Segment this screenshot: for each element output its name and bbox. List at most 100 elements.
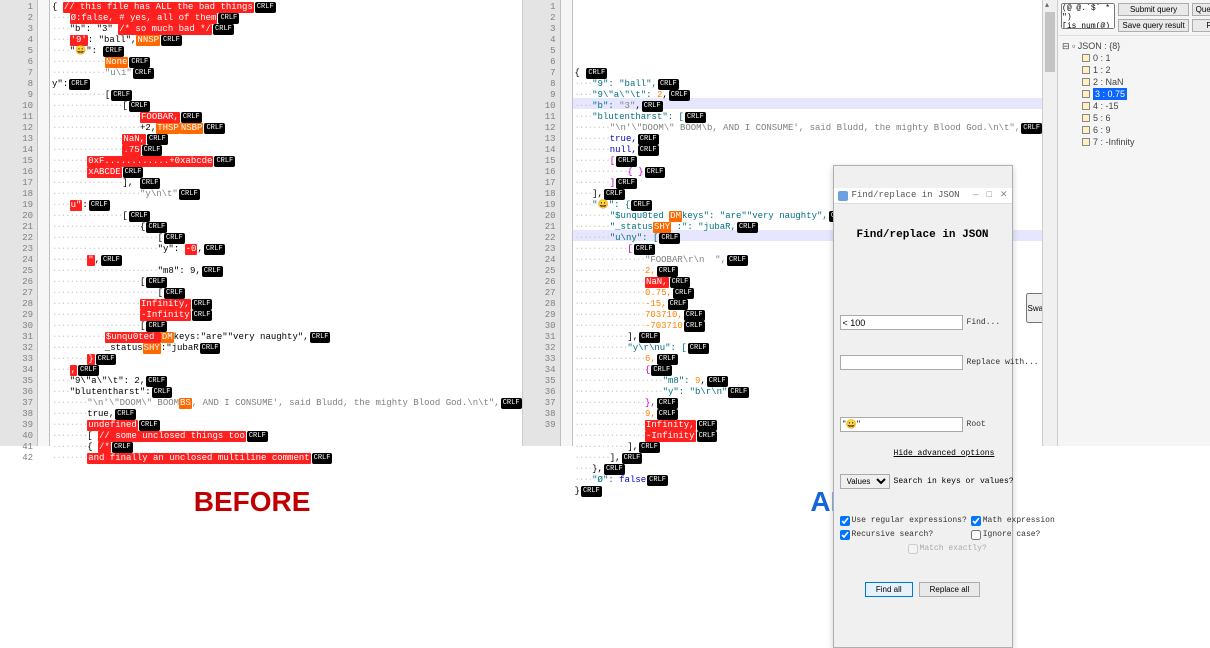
- fold-margin[interactable]: [561, 0, 573, 446]
- code-line[interactable]: ····"9\"a\"\t": 2,: [575, 90, 1043, 101]
- code-line[interactable]: ········true,: [575, 134, 1043, 145]
- code-line[interactable]: ············[: [52, 90, 522, 101]
- code-line[interactable]: ········xABCDE: [52, 167, 522, 178]
- code-line[interactable]: {: [575, 68, 1043, 79]
- code-line[interactable]: { // this file has ALL the bad things: [52, 2, 522, 13]
- tree-item[interactable]: 7 : -Infinity: [1062, 136, 1210, 148]
- recursive-checkbox[interactable]: [840, 530, 850, 540]
- code-line[interactable]: ························[: [52, 288, 522, 299]
- maximize-icon[interactable]: □: [987, 190, 992, 201]
- minimize-icon[interactable]: —: [973, 190, 978, 201]
- toggle-advanced-link[interactable]: Hide advanced options: [894, 448, 995, 459]
- code-line[interactable]: ····················+2,THSPNSBP: [52, 123, 522, 134]
- crlf-icon: [129, 211, 150, 222]
- code-line[interactable]: ····"😀":: [52, 46, 522, 57]
- replace-input[interactable]: [840, 355, 963, 370]
- tree-item[interactable]: 1 : 2: [1062, 64, 1210, 76]
- line-numbers: 1234567891011121314151617181920212223242…: [523, 0, 561, 446]
- math-checkbox[interactable]: [971, 516, 981, 526]
- tree-item[interactable]: 2 : NaN: [1062, 76, 1210, 88]
- code-line[interactable]: ············$unqu0ted DMkeys:"are""very …: [52, 332, 522, 343]
- code-line[interactable]: ····················-Infinity: [52, 310, 522, 321]
- tree-item[interactable]: 3 : 0.75: [1062, 88, 1210, 100]
- code-line[interactable]: ········[ // some unclosed things too: [52, 431, 522, 442]
- code-line[interactable]: ····'9': "ball",NNSP: [52, 35, 522, 46]
- code-line[interactable]: ····"9": "ball",: [575, 79, 1043, 90]
- find-input[interactable]: [840, 315, 963, 330]
- find-label: Find...: [967, 317, 1022, 328]
- crlf-icon: [737, 222, 758, 233]
- search-scope-select[interactable]: Values: [840, 474, 890, 489]
- code-line[interactable]: ····················[: [52, 321, 522, 332]
- code-line[interactable]: ····"b": "3" /* so much bad */: [52, 24, 522, 35]
- code-line[interactable]: ········null,: [575, 145, 1043, 156]
- code-line[interactable]: ········",: [52, 255, 522, 266]
- code-line[interactable]: ························"y": -0,: [52, 244, 522, 255]
- code-line[interactable]: y":: [52, 79, 522, 90]
- replace-all-button[interactable]: Replace all: [919, 582, 981, 597]
- code-line[interactable]: ····"9\"a\"\t": 2,: [52, 376, 522, 387]
- code-line[interactable]: ····"blutentharst": [: [575, 112, 1043, 123]
- code-line[interactable]: ················.75: [52, 145, 522, 156]
- tree-item[interactable]: 0 : 1: [1062, 52, 1210, 64]
- crlf-icon: [164, 233, 185, 244]
- regex-checkbox[interactable]: [840, 516, 850, 526]
- tree-item[interactable]: 4 : -15: [1062, 100, 1210, 112]
- code-line[interactable]: ········true,: [52, 409, 522, 420]
- code-line[interactable]: ····················[: [52, 277, 522, 288]
- code-line[interactable]: ········}: [52, 354, 522, 365]
- submit-query-button[interactable]: Submit query: [1118, 3, 1188, 16]
- code-line[interactable]: ············_statusSHY:"jubaR: [52, 343, 522, 354]
- query-to-csv-button[interactable]: Query to CSV: [1192, 3, 1210, 16]
- find-all-button[interactable]: Find all: [865, 582, 913, 597]
- code-line[interactable]: ····u":: [52, 200, 522, 211]
- code-line[interactable]: ················[: [52, 211, 522, 222]
- exact-checkbox: [908, 544, 918, 554]
- code-line[interactable]: ····················{: [52, 222, 522, 233]
- tree-type-icon: [1082, 54, 1090, 62]
- code-line[interactable]: ················NaN,: [52, 134, 522, 145]
- ignorecase-checkbox[interactable]: [971, 530, 981, 540]
- code-line[interactable]: ························"m8": 9,: [52, 266, 522, 277]
- fold-margin[interactable]: [38, 0, 50, 446]
- code-line[interactable]: ········"\n'\"DOOM\" BOOM\b, AND I CONSU…: [575, 123, 1043, 134]
- crlf-icon: [123, 167, 144, 178]
- code-line[interactable]: ········undefined: [52, 420, 522, 431]
- tree-item[interactable]: 5 : 6: [1062, 112, 1210, 124]
- code-line[interactable]: ········0xF............+0xabcde: [52, 156, 522, 167]
- code-line[interactable]: ····Ø:false, # yes, all of them: [52, 13, 522, 24]
- crlf-icon: [673, 288, 694, 299]
- code-line[interactable]: ················],: [52, 178, 522, 189]
- code-before[interactable]: { // this file has ALL the bad things···…: [50, 0, 522, 446]
- dialog-wintitle: Find/replace in JSON: [852, 190, 960, 201]
- result-tree[interactable]: ⊟ ▫ JSON : {8} 0 : 11 : 22 : NaN3 : 0.75…: [1058, 36, 1210, 152]
- code-line[interactable]: ········"\n'\"DOOM\" BOOMBS, AND I CONSU…: [52, 398, 522, 409]
- crlf-icon: [129, 101, 150, 112]
- code-line[interactable]: ····"blutentharst":: [52, 387, 522, 398]
- tree-item[interactable]: 6 : 9: [1062, 124, 1210, 136]
- close-icon[interactable]: ✕: [1000, 190, 1008, 201]
- crlf-icon: [164, 288, 185, 299]
- code-line[interactable]: ····,: [52, 365, 522, 376]
- vertical-scrollbar[interactable]: [1042, 0, 1057, 446]
- tree-type-icon: [1082, 138, 1090, 146]
- code-line[interactable]: ················[: [52, 101, 522, 112]
- code-line[interactable]: ····················Infinity,: [52, 299, 522, 310]
- code-line[interactable]: ········and finally an unclosed multilin…: [52, 453, 522, 464]
- crlf-icon: [639, 332, 660, 343]
- crlf-icon: [213, 24, 234, 35]
- code-line[interactable]: ········{ /*: [52, 442, 522, 453]
- crlf-icon: [181, 112, 202, 123]
- code-line[interactable]: ············"u\i": [52, 68, 522, 79]
- save-query-button[interactable]: Save query result: [1118, 19, 1188, 32]
- refresh-button[interactable]: Refresh: [1192, 19, 1210, 32]
- code-line[interactable]: ····"b": "3",: [575, 101, 1043, 112]
- code-line[interactable]: ············None: [52, 57, 522, 68]
- code-after[interactable]: Find/replace in JSON — □ ✕ Find/replace …: [573, 0, 1043, 446]
- dialog-titlebar[interactable]: Find/replace in JSON — □ ✕: [834, 188, 1012, 204]
- query-input[interactable]: (@ @.`$` * ")[is_num(@)][@ < 100]: [1061, 3, 1115, 29]
- root-input[interactable]: [840, 417, 963, 432]
- code-line[interactable]: ····················"y\n\t": [52, 189, 522, 200]
- code-line[interactable]: ························[: [52, 233, 522, 244]
- code-line[interactable]: ····················FOOBAR,: [52, 112, 522, 123]
